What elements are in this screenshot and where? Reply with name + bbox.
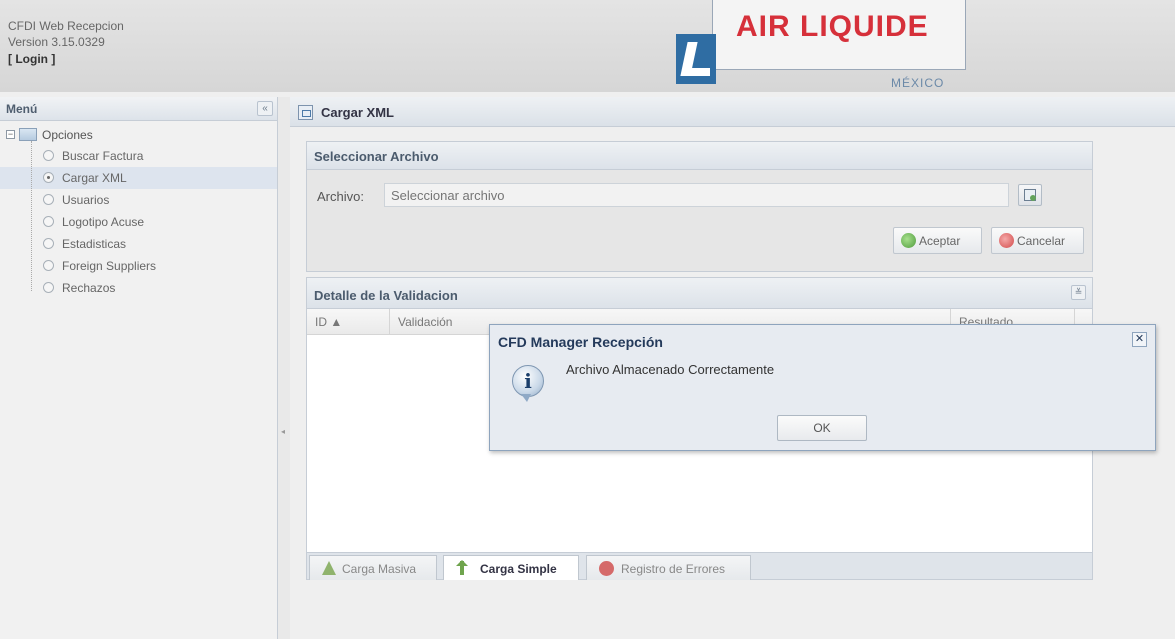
tab-label: Carga Simple bbox=[480, 562, 557, 576]
cancel-icon bbox=[999, 233, 1014, 248]
folder-icon bbox=[19, 128, 37, 141]
sidebar-item-rechazos[interactable]: Rechazos bbox=[0, 277, 277, 299]
column-header-id[interactable]: ID ▲ bbox=[307, 309, 390, 335]
close-icon[interactable]: ✕ bbox=[1132, 332, 1147, 347]
tab-carga-masiva[interactable]: Carga Masiva bbox=[309, 555, 437, 580]
tree-root-opciones[interactable]: − Opciones bbox=[0, 125, 277, 145]
splitter-handle-icon[interactable]: ◂ bbox=[281, 427, 285, 436]
cancel-button[interactable]: Cancelar bbox=[991, 227, 1084, 254]
check-icon bbox=[901, 233, 916, 248]
bulk-upload-icon bbox=[322, 561, 336, 575]
file-label: Archivo: bbox=[317, 189, 364, 204]
sidebar-menu: Menú « − Opciones Buscar Factura Cargar … bbox=[0, 97, 278, 639]
select-file-header: Seleccionar Archivo bbox=[307, 142, 1092, 170]
error-icon bbox=[599, 561, 614, 576]
tree-collapse-icon[interactable]: − bbox=[6, 130, 15, 139]
sidebar-item-label: Rechazos bbox=[62, 281, 116, 295]
cancel-label: Cancelar bbox=[1017, 234, 1066, 248]
page-title: Cargar XML bbox=[321, 105, 394, 120]
app-header: CFDI Web Recepcion Version 3.15.0329 [ L… bbox=[0, 0, 1175, 92]
ok-button[interactable]: OK bbox=[777, 415, 867, 441]
bottom-tab-strip: Carga Masiva Carga Simple Registro de Er… bbox=[306, 552, 1093, 580]
tab-label: Carga Masiva bbox=[342, 562, 417, 576]
menu-header: Menú « bbox=[0, 97, 277, 121]
logo-country: MÉXICO bbox=[891, 76, 945, 90]
sidebar-item-label: Buscar Factura bbox=[62, 149, 144, 163]
file-input[interactable] bbox=[384, 183, 1009, 207]
radio-icon bbox=[43, 150, 54, 161]
radio-icon bbox=[43, 260, 54, 271]
sidebar-item-estadisticas[interactable]: Estadisticas bbox=[0, 233, 277, 255]
app-version: Version 3.15.0329 bbox=[8, 35, 105, 49]
info-icon: i bbox=[512, 365, 544, 402]
main-panel-header: Cargar XML bbox=[290, 97, 1175, 127]
expand-collapse-icon[interactable]: ≚ bbox=[1071, 285, 1086, 300]
sidebar-item-label: Cargar XML bbox=[62, 171, 127, 185]
menu-title: Menú bbox=[6, 102, 38, 116]
tab-registro-errores[interactable]: Registro de Errores bbox=[586, 555, 751, 580]
sidebar-item-buscar-factura[interactable]: Buscar Factura bbox=[0, 145, 277, 167]
validation-detail-header: Detalle de la Validacion ≚ bbox=[307, 278, 1092, 309]
dialog-title: CFD Manager Recepción bbox=[498, 334, 663, 350]
sidebar-item-label: Estadisticas bbox=[62, 237, 127, 251]
tree-connector-line bbox=[31, 141, 32, 291]
logo-mark-icon bbox=[676, 34, 716, 84]
tab-carga-simple[interactable]: Carga Simple bbox=[443, 555, 579, 580]
accept-button[interactable]: Aceptar bbox=[893, 227, 982, 254]
radio-icon bbox=[43, 216, 54, 227]
login-link[interactable]: [ Login ] bbox=[8, 52, 55, 66]
logo-text: AIR LIQUIDE bbox=[736, 10, 929, 43]
select-file-fieldset: Seleccionar Archivo Archivo: Aceptar Can… bbox=[306, 141, 1093, 272]
validation-detail-title: Detalle de la Validacion bbox=[314, 288, 458, 303]
upload-xml-icon bbox=[298, 105, 313, 120]
sidebar-item-label: Logotipo Acuse bbox=[62, 215, 145, 229]
sidebar-item-logotipo-acuse[interactable]: Logotipo Acuse bbox=[0, 211, 277, 233]
browse-file-button[interactable] bbox=[1018, 184, 1042, 206]
app-title: CFDI Web Recepcion bbox=[8, 19, 124, 33]
select-file-title: Seleccionar Archivo bbox=[314, 149, 439, 164]
radio-icon bbox=[43, 282, 54, 293]
radio-selected-icon bbox=[43, 172, 54, 183]
browse-file-icon bbox=[1024, 189, 1036, 201]
accept-label: Aceptar bbox=[919, 234, 961, 248]
radio-icon bbox=[43, 194, 54, 205]
radio-icon bbox=[43, 238, 54, 249]
sidebar-item-cargar-xml[interactable]: Cargar XML bbox=[0, 167, 277, 189]
sidebar-item-usuarios[interactable]: Usuarios bbox=[0, 189, 277, 211]
upload-arrow-icon bbox=[456, 560, 468, 575]
sidebar-item-label: Foreign Suppliers bbox=[62, 259, 157, 273]
message-dialog: CFD Manager Recepción ✕ i Archivo Almace… bbox=[489, 324, 1156, 451]
collapse-menu-button[interactable]: « bbox=[257, 101, 273, 116]
sidebar-item-label: Usuarios bbox=[62, 193, 110, 207]
sidebar-item-foreign-suppliers[interactable]: Foreign Suppliers bbox=[0, 255, 277, 277]
menu-tree: − Opciones Buscar Factura Cargar XML Usu… bbox=[0, 121, 277, 299]
panel-splitter[interactable]: ◂ bbox=[278, 97, 290, 639]
tab-label: Registro de Errores bbox=[621, 562, 726, 576]
dialog-message: Archivo Almacenado Correctamente bbox=[566, 362, 775, 377]
tree-root-label: Opciones bbox=[42, 128, 93, 142]
